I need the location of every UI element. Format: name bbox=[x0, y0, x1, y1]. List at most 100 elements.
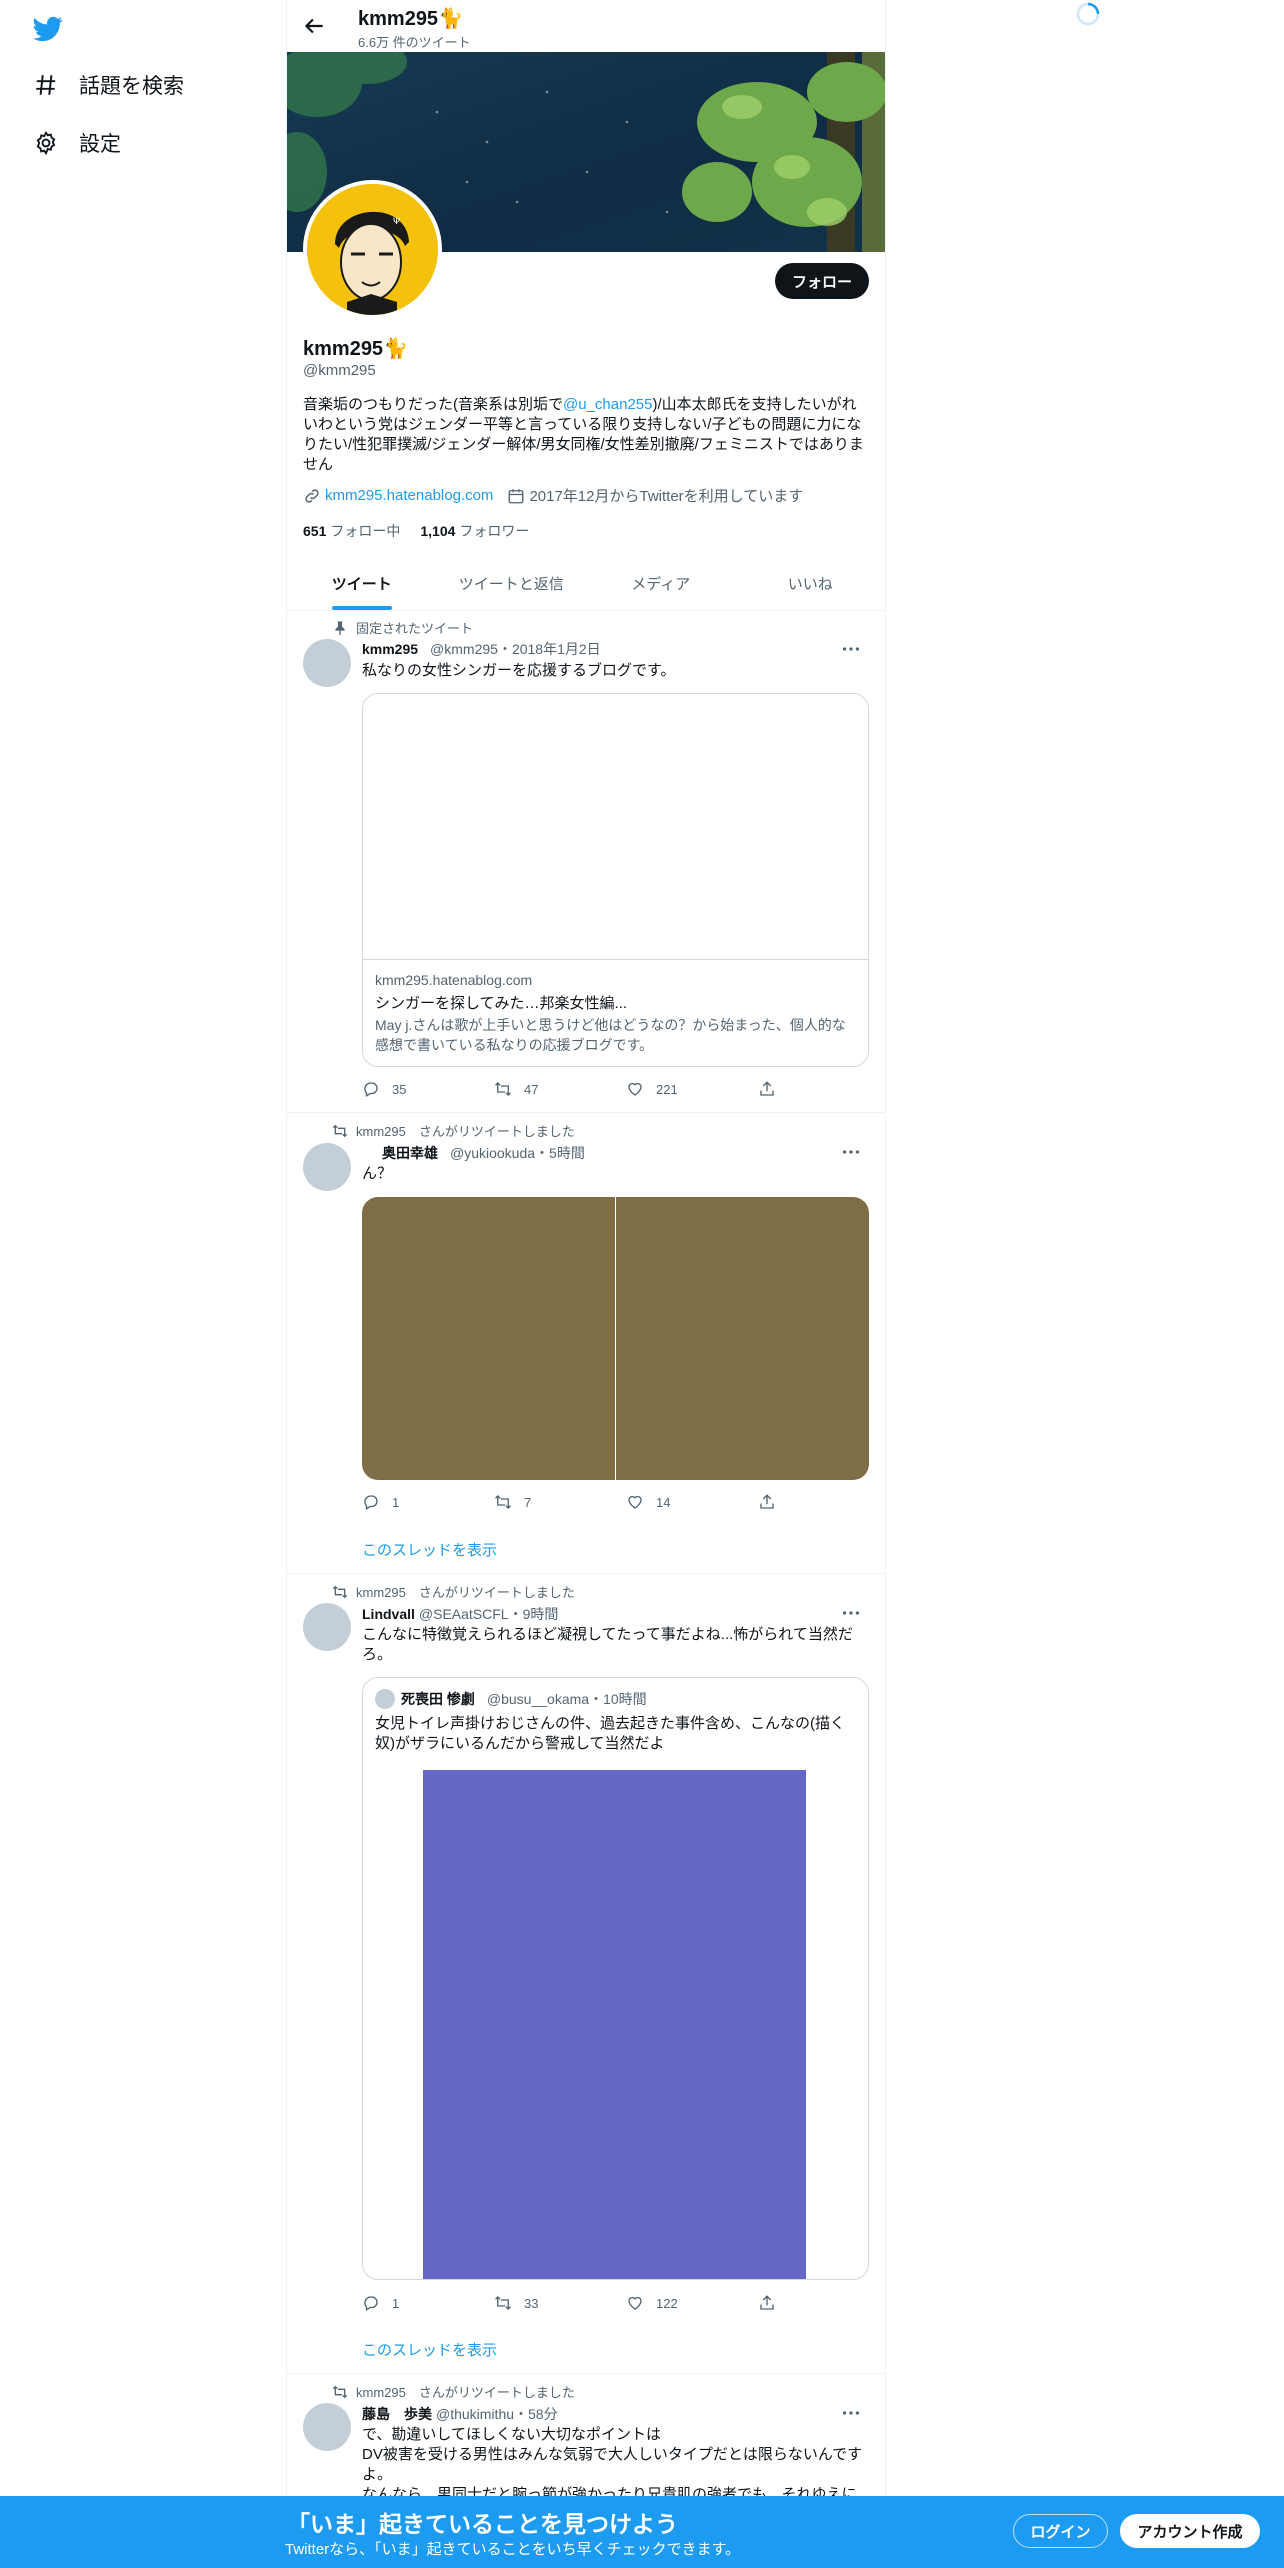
following-count: 651 bbox=[303, 523, 327, 539]
pinned-label-text: 固定されたツイート bbox=[356, 621, 474, 636]
retweet-button[interactable]: 47 bbox=[494, 1080, 626, 1098]
reply-icon bbox=[362, 1493, 380, 1511]
followers-count-link[interactable]: 1,104 フォロワー bbox=[420, 521, 529, 541]
pin-icon bbox=[332, 620, 348, 636]
reply-button[interactable]: 35 bbox=[362, 1080, 494, 1098]
more-options-icon[interactable] bbox=[840, 1141, 862, 1163]
tweet-header: kmm295 @kmm295・2018年1月2日 bbox=[362, 639, 601, 659]
nav-settings-label: 設定 bbox=[79, 133, 121, 156]
avatar[interactable] bbox=[303, 1603, 351, 1651]
signup-banner-title: 「いま」起きていることを見つけよう bbox=[287, 2511, 678, 2537]
like-count: 221 bbox=[656, 1081, 678, 1097]
tab-tweets-and-replies[interactable]: ツイートと返信 bbox=[437, 557, 587, 610]
back-arrow-icon[interactable] bbox=[301, 13, 327, 39]
retweeted-by-label: kmm295 さんがリツイートしました bbox=[332, 1121, 575, 1140]
profile-website-link[interactable]: kmm295.hatenablog.com bbox=[325, 487, 493, 504]
tweet-header: Lindvall @SEAatSCFL・9時間 bbox=[362, 1604, 558, 1624]
media-image-2[interactable] bbox=[616, 1197, 869, 1480]
tweet-handle-time: @SEAatSCFL・9時間 bbox=[418, 1606, 559, 1622]
quote-avatar bbox=[375, 1689, 395, 1709]
more-options-icon[interactable] bbox=[840, 2402, 862, 2424]
profile-meta: kmm295.hatenablog.com 2017年12月からTwitterを… bbox=[303, 485, 803, 506]
tweet-author-name[interactable]: 藤島 歩美 bbox=[362, 2406, 432, 2422]
twitter-bird-icon[interactable] bbox=[33, 14, 63, 44]
hashtag-icon bbox=[33, 72, 59, 98]
avatar[interactable] bbox=[303, 639, 351, 687]
retweet-icon bbox=[494, 2294, 512, 2312]
nav-explore[interactable]: 話題を検索 bbox=[33, 70, 184, 100]
retweet-small-icon bbox=[332, 1584, 348, 1600]
quote-text: 女児トイレ声掛けおじさんの件、過去起きた事件含め、こんなの(描く奴)がザラにいる… bbox=[375, 1715, 845, 1752]
tweet-actions: 1 7 14 bbox=[362, 1493, 802, 1511]
retweet-button[interactable]: 33 bbox=[494, 2294, 626, 2312]
like-count: 122 bbox=[656, 2295, 678, 2311]
share-icon bbox=[758, 1080, 776, 1098]
more-options-icon[interactable] bbox=[840, 638, 862, 660]
retweet-button[interactable]: 7 bbox=[494, 1493, 626, 1511]
share-button[interactable] bbox=[758, 2294, 798, 2312]
reply-button[interactable]: 1 bbox=[362, 2294, 494, 2312]
header-tweet-count: 6.6万 件のツイート bbox=[358, 35, 471, 50]
like-button[interactable]: 14 bbox=[626, 1493, 758, 1511]
divider bbox=[287, 1112, 885, 1113]
bio-text-1: 音楽垢のつもりだった(音楽系は別垢で bbox=[303, 396, 563, 413]
reply-button[interactable]: 1 bbox=[362, 1493, 494, 1511]
tweet-author-name[interactable]: kmm295 bbox=[362, 641, 418, 657]
profile-avatar[interactable]: Ψ bbox=[303, 180, 442, 319]
reply-icon bbox=[362, 2294, 380, 2312]
show-thread-link[interactable]: このスレッドを表示 bbox=[362, 1539, 497, 1560]
like-button[interactable]: 221 bbox=[626, 1080, 758, 1098]
nav-settings[interactable]: 設定 bbox=[33, 128, 121, 158]
tab-media[interactable]: メディア bbox=[586, 557, 736, 610]
loading-spinner-icon bbox=[1075, 1, 1101, 27]
tweet-actions: 35 47 221 bbox=[362, 1080, 802, 1098]
link-card[interactable]: kmm295.hatenablog.com シンガーを探してみた…邦楽女性編..… bbox=[362, 693, 869, 1067]
tab-tweets[interactable]: ツイート bbox=[287, 557, 437, 610]
retweet-small-icon bbox=[332, 1123, 348, 1139]
card-domain: kmm295.hatenablog.com bbox=[375, 972, 533, 988]
retweet-icon bbox=[494, 1493, 512, 1511]
tab-likes[interactable]: いいね bbox=[736, 557, 886, 610]
share-button[interactable] bbox=[758, 1080, 798, 1098]
share-button[interactable] bbox=[758, 1493, 798, 1511]
tweet-author-name[interactable]: 奥田幸雄 bbox=[382, 1145, 438, 1161]
follow-button[interactable]: フォロー bbox=[775, 263, 869, 299]
following-count-link[interactable]: 651 フォロー中 bbox=[303, 521, 400, 541]
heart-icon bbox=[626, 2294, 644, 2312]
avatar[interactable] bbox=[303, 1143, 351, 1191]
tweet-text: 私なりの女性シンガーを応援するブログです。 bbox=[362, 662, 676, 679]
card-image bbox=[363, 694, 868, 960]
show-thread-link[interactable]: このスレッドを表示 bbox=[362, 2339, 497, 2360]
tweet-text-line: DV被害を受ける男性はみんな気弱で大人しいタイプだとは限らないんですよ。 bbox=[362, 2446, 863, 2483]
retweet-small-icon bbox=[332, 2384, 348, 2400]
tweet-text: こんなに特徴覚えられるほど凝視してたって事だよね...怖がられて当然だろ。 bbox=[362, 1626, 853, 1663]
like-button[interactable]: 122 bbox=[626, 2294, 758, 2312]
divider bbox=[287, 1573, 885, 1574]
followers-label: フォロワー bbox=[459, 523, 530, 539]
login-button[interactable]: ログイン bbox=[1013, 2514, 1108, 2548]
share-icon bbox=[758, 1493, 776, 1511]
reply-count: 35 bbox=[392, 1081, 407, 1097]
card-description: May j.さんは歌が上手いと思うけど他はどうなの？から始まった、個人的な感想で… bbox=[375, 1017, 846, 1053]
bio-mention-link[interactable]: @u_chan255 bbox=[563, 396, 652, 413]
retweeted-by-text: kmm295 さんがリツイートしました bbox=[356, 1124, 575, 1139]
quote-image[interactable] bbox=[423, 1770, 806, 2279]
quote-author-name: 死喪田 惨劇 bbox=[401, 1691, 475, 1707]
share-icon bbox=[758, 2294, 776, 2312]
tweet-text: ん？ bbox=[362, 1165, 393, 1182]
more-options-icon[interactable] bbox=[840, 1602, 862, 1624]
svg-text:Ψ: Ψ bbox=[393, 217, 400, 227]
avatar[interactable] bbox=[303, 2403, 351, 2451]
profile-handle: @kmm295 bbox=[303, 362, 376, 379]
create-account-button[interactable]: アカウント作成 bbox=[1120, 2514, 1260, 2548]
heart-icon bbox=[626, 1080, 644, 1098]
tweet-media[interactable] bbox=[362, 1197, 869, 1480]
media-image-1[interactable] bbox=[362, 1197, 615, 1480]
gear-icon bbox=[33, 130, 59, 156]
heart-icon bbox=[626, 1493, 644, 1511]
tweet-author-name[interactable]: Lindvall bbox=[362, 1606, 415, 1622]
main-column: kmm295🐈 6.6万 件のツイート Ψ フォロー kmm295🐈 @kmm2… bbox=[286, 0, 886, 2568]
calendar-icon bbox=[507, 487, 525, 505]
quoted-tweet[interactable]: 死喪田 惨劇 @busu__okama・10時間 女児トイレ声掛けおじさんの件、過… bbox=[362, 1677, 869, 2280]
nav-explore-label: 話題を検索 bbox=[79, 75, 184, 98]
